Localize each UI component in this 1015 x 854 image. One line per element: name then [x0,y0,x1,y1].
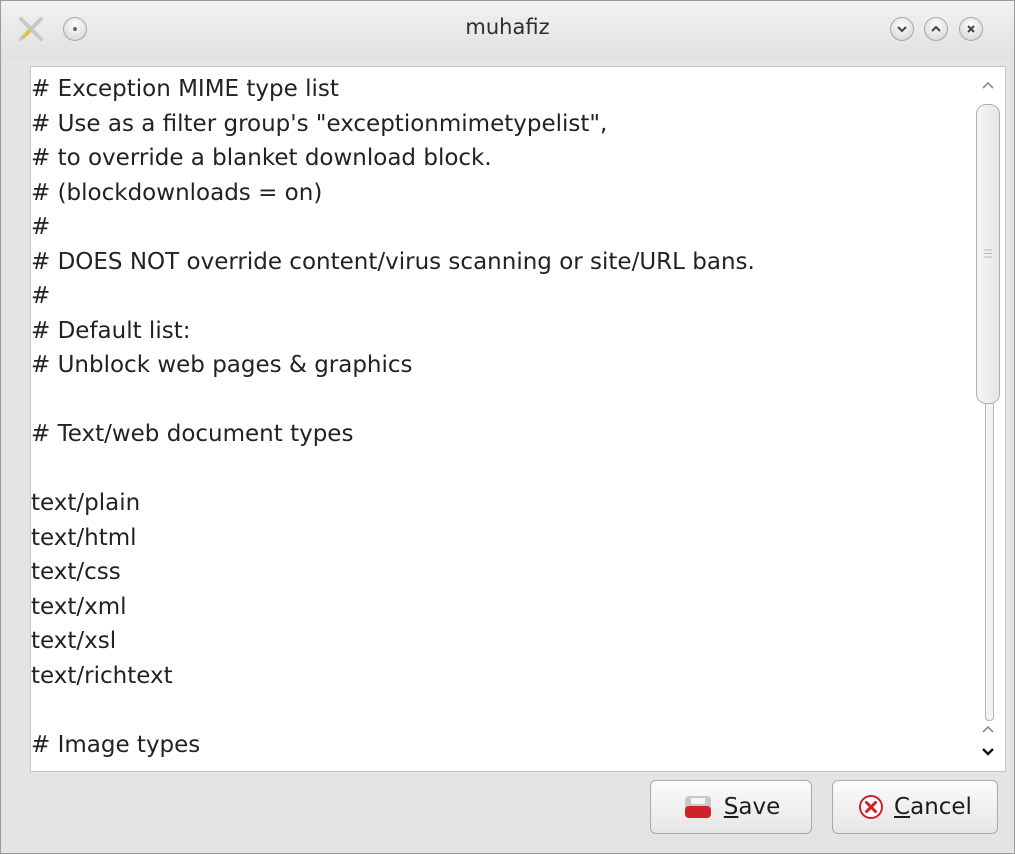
cancel-icon [859,795,884,819]
editor-line: # Unblock web pages & graphics [31,352,413,378]
editor-line: text/richtext [31,662,173,689]
editor-line: # Use as a filter group's "exceptionmime… [31,110,608,137]
save-button[interactable]: Save [650,780,812,834]
editor-line: # (blockdownloads = on) [31,179,323,206]
vertical-scrollbar[interactable] [973,69,1003,769]
editor-line: # [31,214,51,240]
editor-line: text/xsl [31,628,117,654]
scroll-up-arrow-icon[interactable] [979,77,997,93]
maximize-button[interactable] [924,17,948,41]
cancel-button-label: Cancel [894,794,972,820]
close-button[interactable] [959,17,983,41]
editor-content[interactable]: # Exception MIME type list # Use as a fil… [31,72,971,762]
save-label-rest: ave [738,794,781,820]
editor-line: text/css [31,559,121,585]
editor-line: text/html [31,524,137,551]
editor-line: # Image types [31,731,201,758]
save-button-label: Save [724,794,780,820]
editor-line: # to override a blanket download block. [31,145,492,171]
editor-line: # Exception MIME type list [31,76,339,102]
cancel-button[interactable]: Cancel [832,780,998,834]
save-icon [684,796,711,818]
scroll-down-arrow-icon[interactable] [979,744,997,760]
cancel-mnemonic: C [894,794,911,820]
close-icon [967,25,975,33]
editor-line: text/xml [31,593,127,620]
scrollbar-thumb[interactable] [976,104,1000,404]
editor-line: # Text/web document types [31,421,354,447]
editor-line: # Default list: [31,317,191,344]
window-title: muhafiz [465,15,550,39]
editor-line: text/plain [31,490,141,516]
scroll-up-small-arrow-icon[interactable] [979,721,997,737]
minimize-button[interactable] [890,17,914,41]
editor-line: # DOES NOT override content/virus scanni… [31,248,755,275]
dialog-window: muhafiz # Exception MIME type list # Use … [0,0,1015,854]
save-mnemonic: S [723,794,739,820]
chevron-up-icon [931,25,941,32]
editor-line: # [31,283,51,309]
title-bar[interactable]: muhafiz [1,1,1014,59]
chevron-down-icon [897,26,907,33]
cancel-label-rest: ancel [910,794,972,820]
text-editor[interactable]: # Exception MIME type list # Use as a fil… [30,66,1006,772]
grip-icon [984,249,992,258]
